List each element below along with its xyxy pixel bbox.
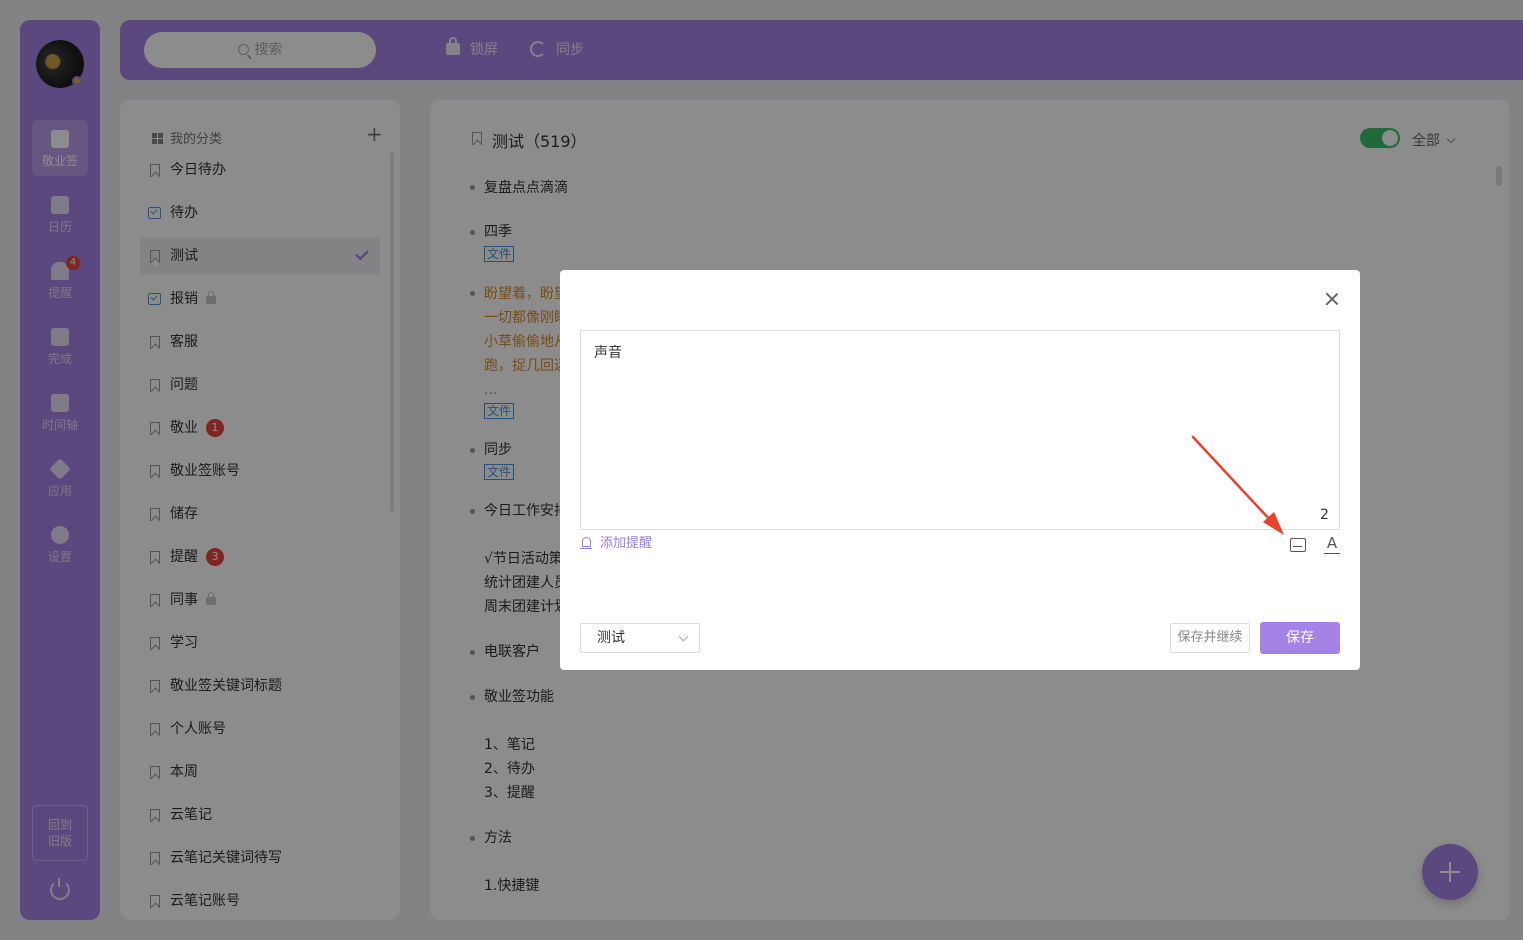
category-select-value: 测试 [597,630,625,646]
add-reminder-button[interactable]: 添加提醒 [580,532,653,551]
save-button[interactable]: 保存 [1260,622,1340,654]
font-style-icon[interactable]: A [1324,536,1340,554]
new-note-dialog: 声音 2 添加提醒 A 测试 保存并继续 保存 [560,270,1360,670]
char-count: 2 [1320,507,1329,523]
inbox-icon[interactable] [1290,538,1306,552]
close-icon[interactable] [1324,291,1340,307]
save-and-continue-button[interactable]: 保存并继续 [1170,623,1250,653]
chevron-down-icon [678,631,689,642]
add-reminder-label: 添加提醒 [600,536,653,551]
category-select[interactable]: 测试 [580,623,700,653]
bell-icon [580,537,592,549]
note-editor[interactable]: 声音 [580,330,1340,530]
